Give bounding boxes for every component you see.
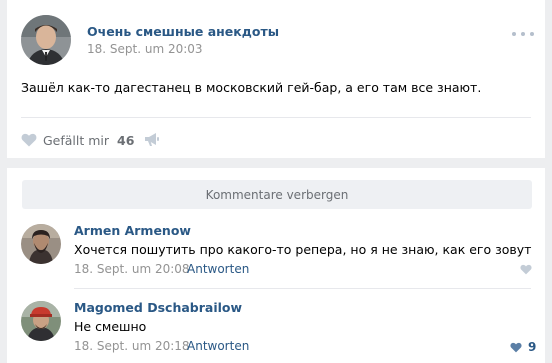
comment-text: Хочется пошутить про какого-то репера, н…	[74, 242, 532, 257]
comment-like-button[interactable]: 9	[510, 340, 536, 354]
comment-author[interactable]: Armen Armenow	[74, 223, 191, 238]
heart-icon	[520, 264, 532, 275]
comment-author[interactable]: Magomed Dschabrailow	[74, 300, 242, 315]
hide-comments-button[interactable]: Kommentare verbergen	[22, 180, 532, 209]
comment-text: Не смешно	[74, 319, 147, 334]
comment-like-button[interactable]	[520, 264, 532, 275]
community-avatar[interactable]	[21, 15, 71, 65]
megaphone-icon[interactable]	[144, 132, 160, 147]
post-date[interactable]: 18. Sept. um 20:03	[87, 42, 203, 56]
comment-item: Magomed Dschabrailow Не смешно 18. Sept.…	[7, 295, 545, 363]
heart-icon	[21, 133, 37, 147]
like-count: 46	[117, 132, 135, 148]
post-text: Зашёл как-то дагестанец в московский гей…	[21, 80, 482, 95]
like-button[interactable]: Gefällt mir 46	[21, 130, 134, 150]
reply-button[interactable]: Antworten	[187, 262, 249, 276]
like-label: Gefällt mir	[43, 132, 110, 148]
community-name[interactable]: Очень смешные анекдоты	[87, 24, 279, 39]
divider	[21, 117, 531, 118]
comment-date[interactable]: 18. Sept. um 20:18	[74, 339, 190, 353]
section-gap	[7, 158, 545, 168]
more-options-icon[interactable]	[512, 27, 534, 41]
comment-item: Armen Armenow Хочется пошутить про каког…	[7, 218, 545, 288]
post-card: Очень смешные анекдоты 18. Sept. um 20:0…	[7, 0, 545, 363]
heart-icon	[510, 342, 522, 352]
reply-button[interactable]: Antworten	[187, 339, 249, 353]
divider	[74, 288, 531, 289]
comment-like-count: 9	[528, 340, 537, 354]
commenter-avatar[interactable]	[21, 224, 61, 264]
comment-date[interactable]: 18. Sept. um 20:08	[74, 262, 190, 276]
commenter-avatar[interactable]	[21, 301, 61, 341]
